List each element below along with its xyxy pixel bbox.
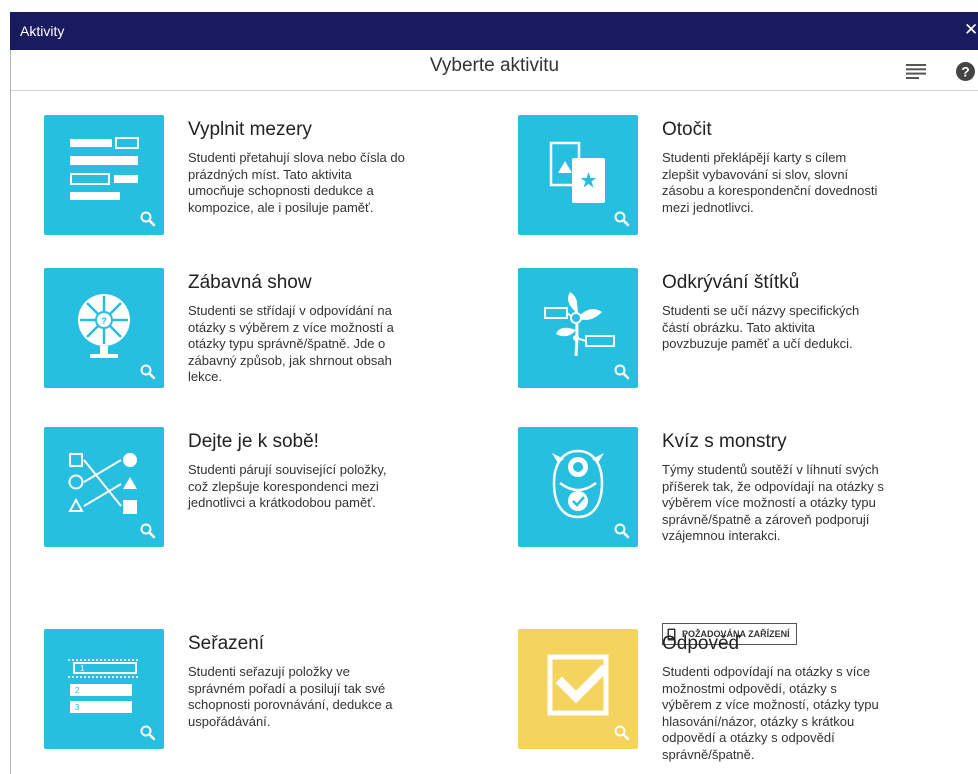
order-number: 1 [80, 664, 85, 673]
activity-description: Týmy studentů soutěží v líhnutí svých př… [662, 462, 884, 543]
order-number: 3 [75, 703, 80, 712]
activity-name[interactable]: Odpověď [662, 633, 740, 655]
zoom-icon[interactable] [140, 364, 156, 380]
window-title: Aktivity [20, 23, 65, 39]
page-header: Vyberte aktivitu ? [11, 50, 978, 91]
zoom-icon[interactable] [614, 211, 630, 227]
activity-card-labels: Odkrývání štítků Studenti se učí názvy s… [518, 268, 958, 393]
activity-card-fill-blanks: Vyplnit mezery Studenti přetahují slova … [44, 115, 484, 240]
activity-tile-labels[interactable] [518, 268, 638, 388]
activity-card-flip: Otočit Studenti překlápějí karty s cílem… [518, 115, 958, 240]
activity-description: Studenti odpovídají na otázky s více mož… [662, 664, 879, 762]
activity-description: Studenti se učí názvy specifických částí… [662, 303, 860, 351]
svg-text:?: ? [101, 316, 107, 326]
zoom-icon[interactable] [614, 725, 630, 741]
activity-name[interactable]: Kvíz s monstry [662, 431, 787, 453]
activity-tile-ordering[interactable]: 1 2 3 [44, 629, 164, 749]
activity-description: Studenti párují související položky, což… [188, 462, 387, 510]
close-icon[interactable]: ✕ [964, 20, 978, 40]
activity-tile-fill-blanks[interactable] [44, 115, 164, 235]
activity-tile-game-show[interactable]: ? [44, 268, 164, 388]
activity-name[interactable]: Zábavná show [188, 272, 312, 294]
activity-description: Studenti se střídají v odpovídání na otá… [188, 303, 394, 384]
activity-tile-matching[interactable] [44, 427, 164, 547]
window-body: Vyberte aktivitu ? Vyplnit mezery Studen… [10, 50, 978, 774]
page-title: Vyberte aktivitu [429, 55, 560, 76]
activity-name[interactable]: Otočit [662, 119, 712, 141]
help-glyph: ? [961, 64, 970, 80]
zoom-icon[interactable] [140, 211, 156, 227]
help-icon[interactable]: ? [956, 62, 975, 81]
activity-card-game-show: ? Zábavná show Studenti se střídají v od… [44, 268, 484, 393]
activity-tile-answer[interactable] [518, 629, 638, 749]
zoom-icon[interactable] [140, 523, 156, 539]
activity-name[interactable]: Seřazení [188, 633, 264, 655]
activity-name[interactable]: Dejte je k sobě! [188, 431, 319, 453]
activity-card-monster-quiz: Kvíz s monstry Týmy studentů soutěží v l… [518, 427, 958, 645]
activity-card-ordering: 1 2 3 Seřazení Studenti seřazují položky… [44, 629, 484, 754]
activity-tile-monster-quiz[interactable] [518, 427, 638, 547]
zoom-icon[interactable] [614, 523, 630, 539]
activity-card-matching: Dejte je k sobě! Studenti párují souvise… [44, 427, 484, 552]
activity-name[interactable]: Odkrývání štítků [662, 272, 799, 294]
activity-tile-flip[interactable] [518, 115, 638, 235]
activity-description: Studenti seřazují položky ve správném po… [188, 664, 393, 729]
zoom-icon[interactable] [614, 364, 630, 380]
activity-name[interactable]: Vyplnit mezery [188, 119, 312, 141]
window-titlebar: Aktivity ✕ [10, 12, 978, 50]
activity-description: Studenti přetahují slova nebo čísla do p… [188, 150, 405, 215]
activity-card-answer: Odpověď Studenti odpovídají na otázky s … [518, 629, 958, 762]
list-icon[interactable] [906, 64, 926, 79]
order-number: 2 [75, 686, 80, 695]
zoom-icon[interactable] [140, 725, 156, 741]
activity-description: Studenti překlápějí karty s cílem zlepši… [662, 150, 878, 215]
